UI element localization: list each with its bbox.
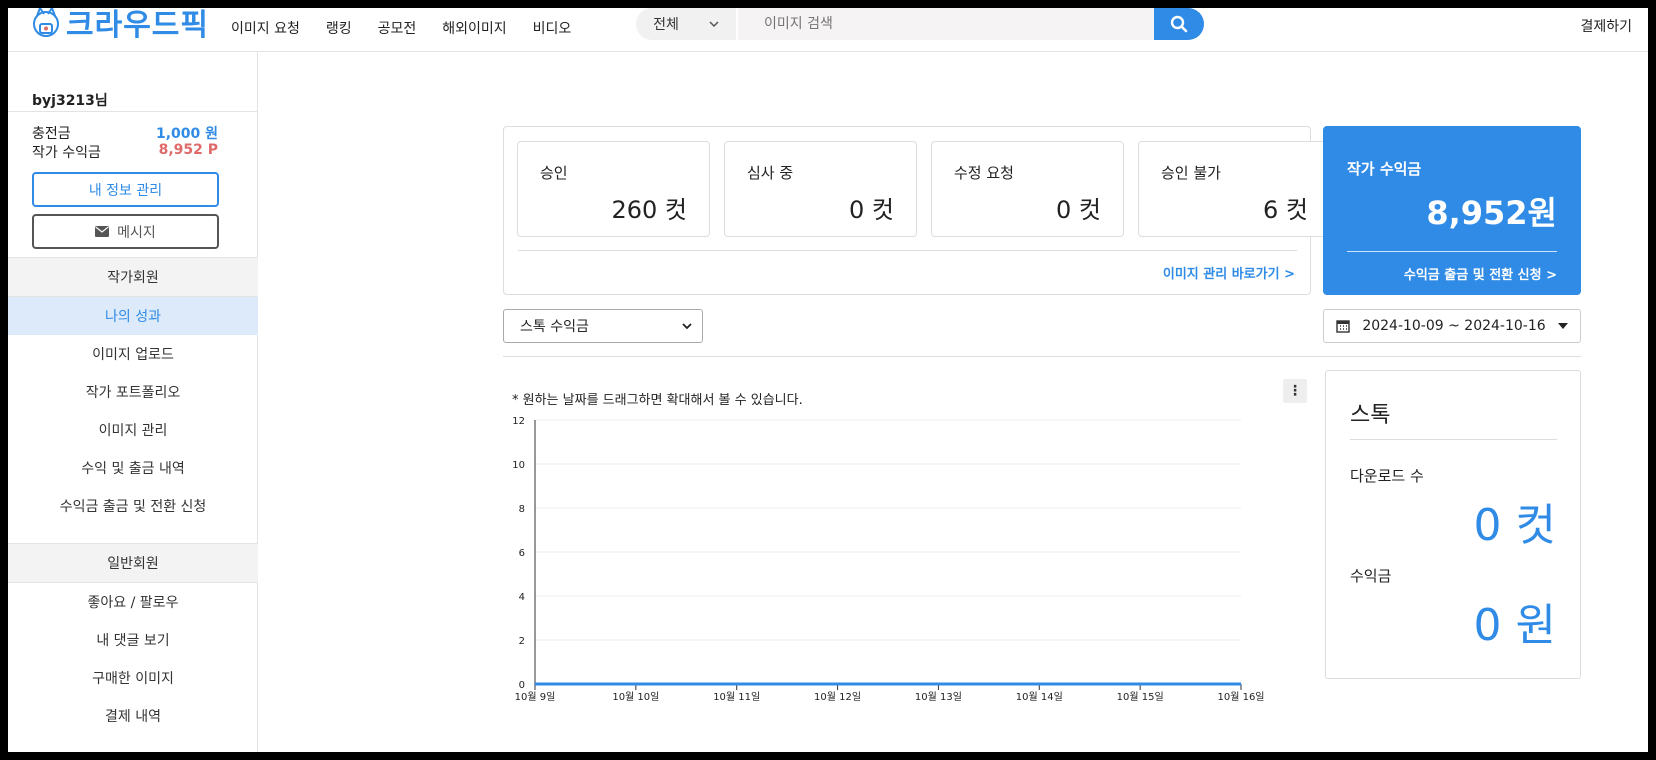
divider: [1350, 439, 1557, 440]
date-range-value: 2024-10-09 ~ 2024-10-16: [1362, 318, 1546, 334]
earnings-type-select[interactable]: 스톡 수익금: [503, 309, 703, 343]
x-tick-label: 10월 13일: [915, 691, 962, 703]
stat-value: 0 컷: [849, 196, 894, 224]
section-general: 일반회원: [8, 543, 258, 583]
user-name: byj3213님: [32, 93, 108, 109]
sidebar-item-image-manage[interactable]: 이미지 관리: [8, 411, 258, 449]
earnings-type-value: 스톡 수익금: [520, 319, 589, 335]
sidebar-item-my-performance[interactable]: 나의 성과: [8, 297, 258, 335]
message-button[interactable]: 메시지: [32, 214, 219, 249]
stat-label: 승인: [540, 164, 568, 182]
logo[interactable]: 크라우드픽: [28, 8, 209, 43]
pay-link[interactable]: 결제하기: [1580, 16, 1632, 36]
nav-image-request[interactable]: 이미지 요청: [231, 18, 300, 38]
charge-label: 충전금: [32, 126, 71, 142]
date-range-picker[interactable]: 2024-10-09 ~ 2024-10-16: [1323, 309, 1581, 343]
y-tick-label: 2: [519, 636, 525, 647]
stats-panel: 승인 260 컷 심사 중 0 컷 수정 요청 0 컷 승인 불가 6 컷 이미…: [503, 126, 1331, 295]
earn-row: 작가 수익금 8,952 P: [32, 142, 218, 162]
withdraw-request-link[interactable]: 수익금 출금 및 전환 신청 >: [1404, 264, 1557, 283]
x-tick-label: 10월 10일: [612, 691, 659, 703]
page: 크라우드픽 이미지 요청 랭킹 공모전 해외이미지 비디오 전체 결제하기 by…: [8, 8, 1648, 752]
x-tick-label: 10월 11일: [713, 691, 760, 703]
stat-label: 수정 요청: [954, 164, 1014, 182]
chevron-down-icon: [709, 21, 719, 27]
main-nav: 이미지 요청 랭킹 공모전 해외이미지 비디오: [231, 8, 571, 48]
y-tick-label: 12: [512, 416, 525, 427]
search-category-value: 전체: [653, 17, 679, 33]
revenue-value: 0 원: [1473, 600, 1556, 651]
section-author: 작가회원: [8, 257, 258, 297]
mail-icon: [95, 226, 110, 237]
stock-title: 스톡: [1350, 403, 1391, 428]
my-info-button[interactable]: 내 정보 관리: [32, 172, 219, 207]
calendar-icon: [1336, 320, 1350, 333]
stat-label: 승인 불가: [1161, 164, 1221, 182]
x-tick-label: 10월 12일: [814, 691, 861, 703]
earnings-label: 작가 수익금: [1347, 160, 1422, 178]
stat-card-approved: 승인 260 컷: [517, 141, 710, 237]
sidebar: byj3213님 충전금 1,000 원 작가 수익금 8,952 P 내 정보…: [8, 52, 258, 752]
message-label: 메시지: [117, 224, 156, 241]
sidebar-item-purchased-images[interactable]: 구매한 이미지: [8, 659, 258, 697]
y-tick-label: 8: [519, 504, 525, 515]
divider: [503, 356, 1581, 357]
divider: [518, 250, 1297, 251]
sidebar-item-earnings-history[interactable]: 수익 및 출금 내역: [8, 449, 258, 487]
earnings-value: 8,952원: [1426, 194, 1557, 232]
earn-label: 작가 수익금: [32, 145, 101, 161]
x-tick-label: 10월 14일: [1016, 691, 1063, 703]
stat-label: 심사 중: [747, 164, 794, 182]
image-manage-link[interactable]: 이미지 관리 바로가기 >: [1163, 263, 1295, 282]
earn-value: 8,952 P: [158, 142, 218, 158]
chevron-down-icon: [682, 323, 692, 329]
charge-row: 충전금 1,000 원: [32, 123, 218, 143]
search-icon: [1170, 15, 1188, 33]
logo-text: 크라우드픽: [66, 8, 209, 43]
y-tick-label: 4: [519, 592, 525, 603]
stat-card-rejected: 승인 불가 6 컷: [1138, 141, 1331, 237]
downloads-label: 다운로드 수: [1350, 467, 1424, 485]
nav-contest[interactable]: 공모전: [378, 18, 417, 38]
y-tick-label: 6: [519, 548, 525, 559]
nav-overseas-image[interactable]: 해외이미지: [442, 18, 506, 38]
x-tick-label: 10월 9일: [515, 691, 556, 703]
chart-menu-button[interactable]: ⋮: [1283, 379, 1307, 403]
sidebar-item-image-upload[interactable]: 이미지 업로드: [8, 335, 258, 373]
earnings-panel: 작가 수익금 8,952원 수익금 출금 및 전환 신청 >: [1323, 126, 1581, 295]
top-header: 크라우드픽 이미지 요청 랭킹 공모전 해외이미지 비디오 전체 결제하기: [8, 8, 1648, 52]
mascot-logo-icon: [33, 8, 59, 37]
stat-value: 260 컷: [611, 196, 687, 224]
stat-card-revision-request: 수정 요청 0 컷: [931, 141, 1124, 237]
charge-value: 1,000 원: [155, 126, 218, 142]
sidebar-item-portfolio[interactable]: 작가 포트폴리오: [8, 373, 258, 411]
nav-video[interactable]: 비디오: [533, 18, 572, 38]
sidebar-item-my-comments[interactable]: 내 댓글 보기: [8, 621, 258, 659]
stat-value: 0 컷: [1056, 196, 1101, 224]
stock-summary-card: 스톡 다운로드 수 0 컷 수익금 0 원: [1325, 370, 1581, 679]
downloads-value: 0 컷: [1473, 500, 1556, 551]
stat-card-reviewing: 심사 중 0 컷: [724, 141, 917, 237]
stat-value: 6 컷: [1263, 196, 1308, 224]
x-tick-label: 10월 16일: [1217, 691, 1264, 703]
y-tick-label: 0: [519, 680, 525, 691]
earnings-chart[interactable]: 0 2 4 6 8 10 12 10월 9일 10월 10일 10월 11일 10월 12일 10월 …: [503, 400, 1283, 712]
search-bar: 전체: [636, 8, 1204, 40]
y-tick-label: 10: [512, 460, 525, 471]
divider: [8, 111, 258, 112]
divider: [1347, 251, 1557, 252]
search-category-select[interactable]: 전체: [636, 8, 736, 40]
x-tick-label: 10월 15일: [1117, 691, 1164, 703]
revenue-label: 수익금: [1350, 567, 1392, 585]
sidebar-item-payment-history[interactable]: 결제 내역: [8, 697, 258, 735]
sidebar-item-withdraw-request[interactable]: 수익금 출금 및 전환 신청: [8, 487, 258, 525]
sidebar-item-likes-follow[interactable]: 좋아요 / 팔로우: [8, 583, 258, 621]
search-button[interactable]: [1154, 8, 1204, 40]
nav-ranking[interactable]: 랭킹: [326, 18, 352, 38]
search-input[interactable]: [738, 8, 1154, 40]
caret-down-icon: [1558, 323, 1568, 329]
